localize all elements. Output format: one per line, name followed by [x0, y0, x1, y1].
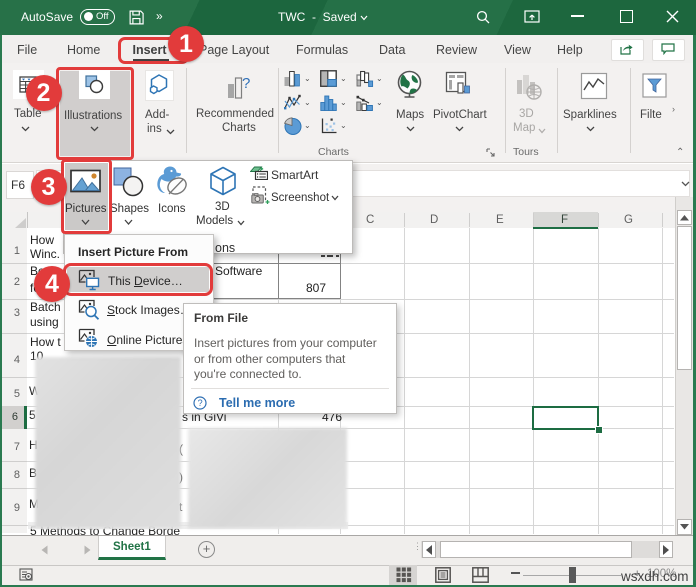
- svg-text:?: ?: [242, 75, 250, 92]
- svg-text:?: ?: [198, 398, 203, 408]
